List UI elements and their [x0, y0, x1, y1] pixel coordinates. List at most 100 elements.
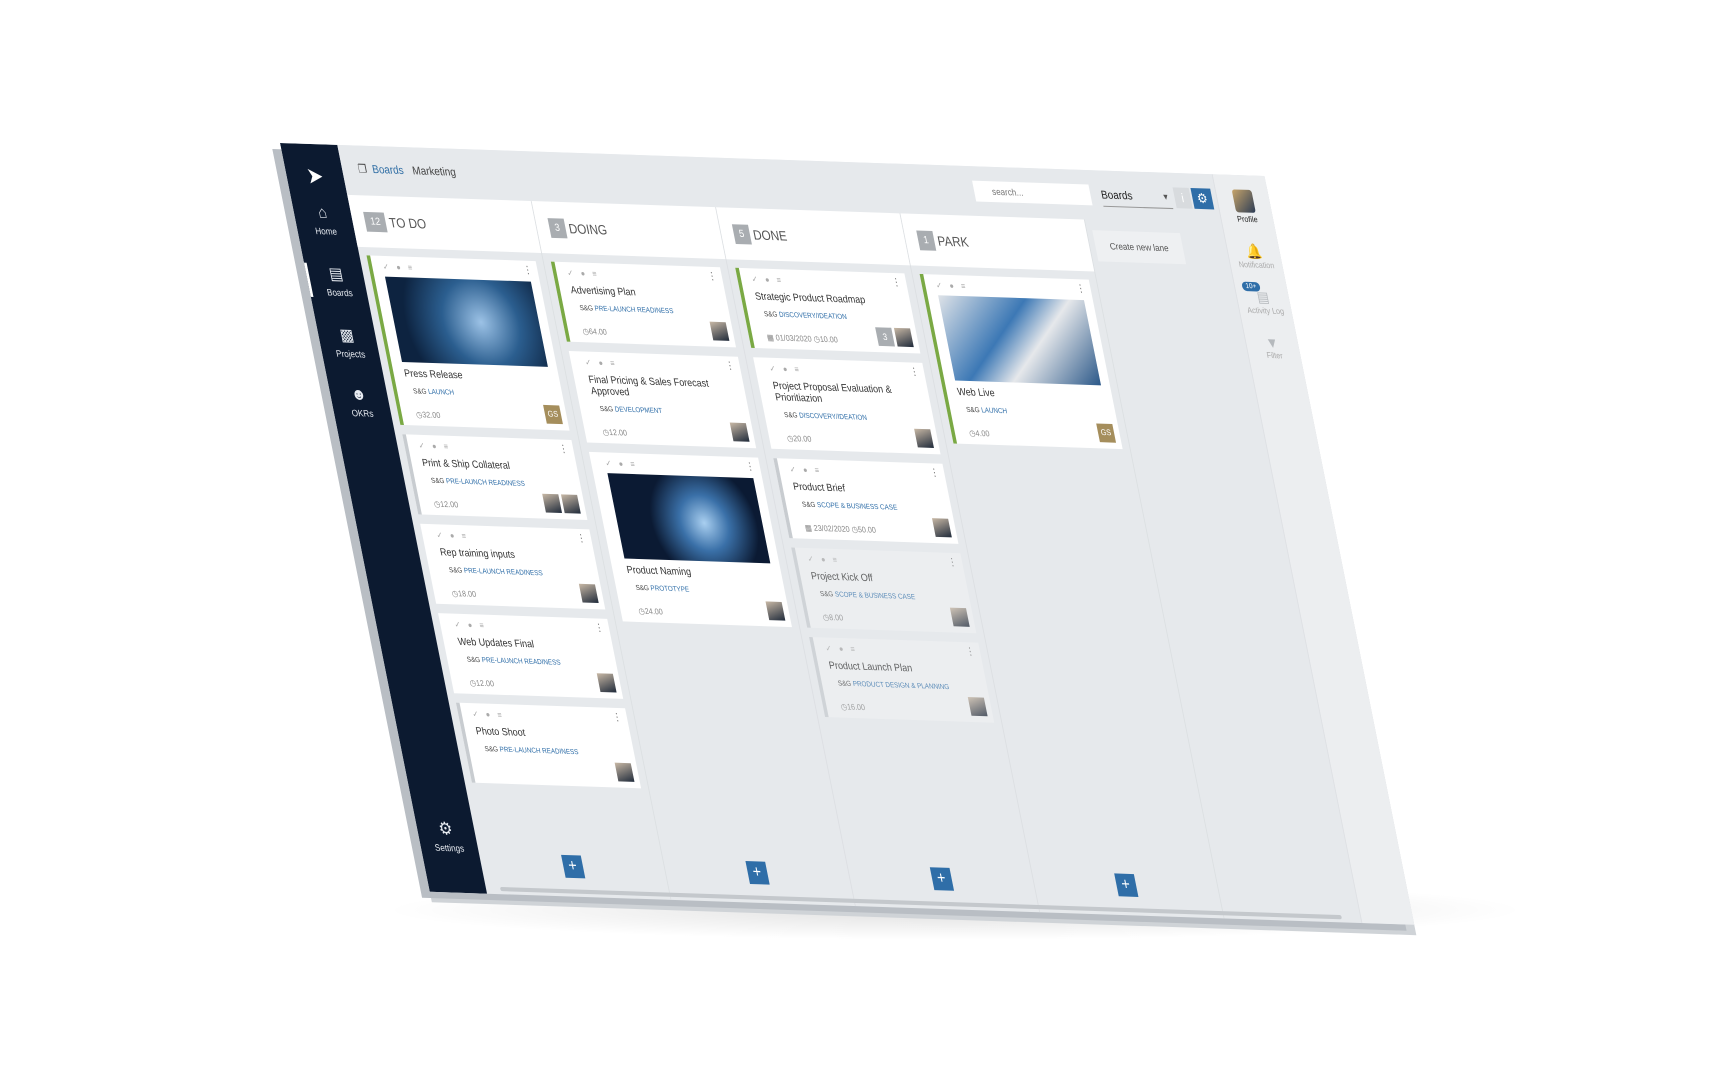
task-card[interactable]: ✓ ● ≡ ⋮ Press Release S&G LAUNCH ◷32.00 GS: [366, 255, 570, 431]
card-hours: 18.00: [457, 589, 477, 599]
more-menu-icon[interactable]: ⋮: [522, 265, 533, 277]
card-assignees: [596, 673, 617, 693]
board-select[interactable]: Boards ▼: [1099, 184, 1174, 210]
sidebar-item-okrs[interactable]: ☻ OKRs: [328, 385, 392, 419]
card-tag: S&G PRODUCT DESIGN & PLANNING: [837, 680, 979, 692]
task-card[interactable]: ✓ ● ≡ ⋮ Web Updates Final S&G PRE-LAUNCH RE…: [438, 613, 624, 699]
info-button[interactable]: i: [1172, 187, 1193, 209]
add-card-button[interactable]: +: [929, 867, 954, 891]
card-tag: S&G DISCOVERY/IDEATION: [763, 311, 905, 323]
sidebar-item-home[interactable]: ⌂ Home: [292, 203, 356, 237]
notification-button[interactable]: 🔔 Notification: [1226, 242, 1283, 271]
avatar: [1231, 189, 1256, 213]
more-menu-icon[interactable]: ⋮: [558, 444, 569, 456]
add-card-button[interactable]: +: [560, 854, 585, 879]
more-menu-icon[interactable]: ⋮: [576, 533, 587, 545]
add-card-button[interactable]: +: [744, 861, 770, 885]
more-menu-icon[interactable]: ⋮: [724, 360, 735, 372]
task-card[interactable]: ✓ ● ≡ ⋮ Advertising Plan S&G PRE-LAUNCH REA…: [550, 261, 737, 348]
filter-icon: ▼: [1264, 334, 1280, 352]
tag-label: SCOPE & BUSINESS CASE: [834, 591, 916, 602]
card-icons: ✓ ● ≡: [453, 619, 488, 631]
avatar: [542, 493, 563, 513]
more-menu-icon[interactable]: ⋮: [929, 467, 940, 479]
boards-icon: ▤: [327, 265, 345, 284]
avatar: [729, 422, 750, 442]
task-card[interactable]: ✓ ● ≡ ⋮ Print & Ship Collateral S&G PRE-LAU…: [402, 434, 588, 521]
card-title: Web Updates Final: [456, 636, 536, 651]
profile-button[interactable]: Profile: [1216, 189, 1275, 225]
card-assignees: [967, 697, 988, 717]
card-hours: 4.00: [974, 428, 991, 439]
sidebar-item-settings[interactable]: ⚙ Settings: [415, 818, 479, 854]
more-menu-icon[interactable]: ⋮: [891, 277, 902, 289]
card-hours: 24.00: [643, 606, 664, 617]
card-hours: 12.00: [475, 678, 495, 689]
tag-prefix: S&G: [783, 411, 799, 420]
avatar: [765, 601, 786, 621]
card-icons: ✓ ● ≡: [806, 554, 841, 565]
card-hours: 32.00: [421, 410, 442, 421]
task-card[interactable]: ✓ ● ≡ ⋮ Product Brief S&G SCOPE & BUSINESS …: [773, 458, 959, 544]
lane-count-badge: 3: [547, 217, 568, 238]
task-card[interactable]: ✓ ● ≡ ⋮ Final Pricing & Sales Forecast App…: [568, 351, 757, 449]
more-menu-icon[interactable]: ⋮: [909, 367, 920, 379]
tag-prefix: S&G: [837, 680, 852, 688]
card-hours: 12.00: [608, 427, 628, 438]
task-card[interactable]: ✓ ● ≡ ⋮ Rep training inputs S&G PRE-LAUNCH …: [420, 523, 606, 610]
add-card-button[interactable]: +: [1113, 873, 1138, 897]
more-menu-icon[interactable]: ⋮: [965, 646, 976, 658]
task-card[interactable]: ✓ ● ≡ ⋮ Project Kick Off S&G SCOPE & BUSINE…: [791, 547, 977, 634]
card-assignees: [709, 321, 730, 341]
search-input[interactable]: [972, 180, 1093, 206]
card-date: 23/02/2020: [812, 523, 851, 535]
task-card[interactable]: ✓ ● ≡ ⋮ Strategic Product Roadmap S&G DISCO…: [735, 267, 921, 354]
card-hours: 8.00: [828, 612, 845, 623]
card-icons: ✓ ● ≡: [750, 274, 785, 285]
filter-button[interactable]: ▼ Filter: [1244, 333, 1301, 361]
task-card[interactable]: ✓ ● ≡ ⋮ Project Proposal Evaluation & Prio…: [753, 357, 941, 455]
card-icons: ✓ ● ≡: [788, 464, 823, 476]
activity-log-button[interactable]: 10+ ▤ Activity Log: [1235, 281, 1292, 317]
card-assignees: [542, 493, 581, 514]
subtask-count: 3: [875, 327, 895, 347]
card-assignees: [914, 428, 934, 448]
more-menu-icon[interactable]: ⋮: [594, 623, 605, 635]
task-card[interactable]: ✓ ● ≡ ⋮ Photo Shoot S&G PRE-LAUNCH READINES…: [455, 702, 642, 789]
create-new-lane-button[interactable]: Create new lane: [1092, 230, 1187, 265]
card-tag: S&G LAUNCH: [413, 388, 555, 400]
more-menu-icon[interactable]: ⋮: [612, 712, 623, 724]
sidebar-item-boards[interactable]: ▤ Boards: [303, 262, 369, 299]
more-menu-icon[interactable]: ⋮: [707, 271, 718, 283]
more-menu-icon[interactable]: ⋮: [745, 461, 756, 473]
card-title: Project Kick Off: [810, 570, 874, 585]
card-assignees: [614, 762, 635, 782]
lane-header: 12 TO DO: [347, 194, 542, 253]
sidebar-item-projects[interactable]: ▩ Projects: [316, 324, 380, 360]
settings-button[interactable]: ⚙: [1190, 187, 1215, 210]
card-hours: 10.00: [818, 334, 839, 345]
card-image: [938, 295, 1102, 386]
card-title: Press Release: [403, 368, 464, 382]
card-meta: [487, 768, 631, 782]
home-icon: ⌂: [316, 204, 329, 223]
more-menu-icon[interactable]: ⋮: [947, 557, 958, 569]
card-date: 01/03/2020: [774, 333, 813, 344]
card-tag: S&G SCOPE & BUSINESS CASE: [819, 591, 961, 603]
gear-icon: ⚙: [1195, 190, 1210, 207]
task-card[interactable]: ✓ ● ≡ ⋮ Web Live S&G LAUNCH ◷4.00 GS: [919, 273, 1123, 450]
card-tag: S&G PRE-LAUNCH READINESS: [430, 478, 572, 490]
task-card[interactable]: ✓ ● ≡ ⋮ Product Naming S&G PROTOTYPE ◷24.00: [588, 451, 792, 628]
card-title: Product Naming: [625, 564, 693, 579]
breadcrumb-boards-link[interactable]: Boards: [371, 164, 405, 178]
more-menu-icon[interactable]: ⋮: [1075, 283, 1086, 295]
activity-badge: 10+: [1241, 281, 1261, 292]
lane-title: DONE: [751, 226, 789, 244]
avatar: [893, 327, 914, 348]
task-card[interactable]: ✓ ● ≡ ⋮ Product Launch Plan S&G PRODUCT DES…: [809, 636, 995, 723]
card-hours: 50.00: [856, 524, 877, 535]
card-icons: ✓ ● ≡: [417, 441, 452, 452]
lanes: 12 TO DO ✓ ● ≡ ⋮ Press Release S&G LAUNCH ◷32.…: [347, 194, 1362, 923]
tag-prefix: S&G: [484, 745, 499, 754]
card-meta: ◷64.00: [582, 327, 726, 341]
